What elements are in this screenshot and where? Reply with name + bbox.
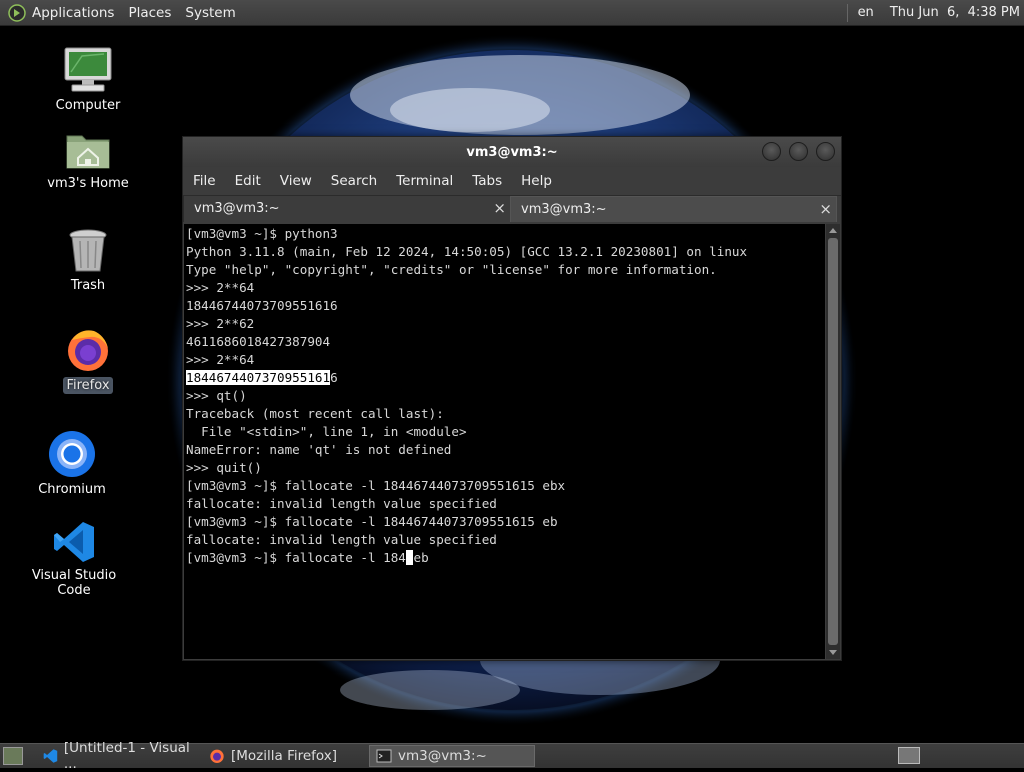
terminal-line: [vm3@vm3 ~]$ python3 — [186, 226, 338, 241]
desktop-icon-label: Computer — [55, 98, 121, 113]
clock[interactable]: Thu Jun 6, 4:38 PM — [890, 5, 1020, 20]
desktop-icon-chromium[interactable]: Chromium — [12, 430, 132, 498]
firefox-icon — [68, 330, 108, 371]
taskbar-item-label: [Mozilla Firefox] — [231, 748, 338, 764]
top-panel: Applications Places System en Thu Jun 6,… — [0, 0, 1024, 26]
taskbar-item-label: [Untitled-1 - Visual ... — [63, 740, 190, 772]
terminal-line: 4611686018427387904 — [186, 334, 331, 349]
command-prompt[interactable]: [vm3@vm3 ~]$ fallocate -l 184 — [186, 550, 406, 565]
terminal-line: >>> 2**62 — [186, 316, 255, 331]
terminal-line-rest: 6 — [330, 370, 338, 385]
tab-label: vm3@vm3:~ — [521, 202, 607, 217]
window-titlebar[interactable]: vm3@vm3:~ — [183, 137, 841, 167]
desktop-icon-vscode[interactable]: Visual Studio Code — [14, 520, 134, 599]
system-menu[interactable]: System — [185, 5, 235, 21]
tab-1[interactable]: vm3@vm3:~ × — [183, 196, 510, 222]
taskbar-item-label: vm3@vm3:~ — [398, 748, 487, 764]
desktop-icon-label: Visual Studio Code — [31, 568, 117, 598]
terminal-line: [vm3@vm3 ~]$ fallocate -l 18446744073709… — [186, 478, 566, 493]
trash-icon — [69, 229, 107, 272]
terminal-line: fallocate: invalid length value specifie… — [186, 532, 497, 547]
window-title: vm3@vm3:~ — [466, 145, 558, 160]
terminal-line: fallocate: invalid length value specifie… — [186, 496, 497, 511]
terminal-line: NameError: name 'qt' is not defined — [186, 442, 452, 457]
tab-label: vm3@vm3:~ — [194, 201, 280, 216]
desktop-icon-label: Chromium — [38, 482, 106, 497]
panel-separator — [846, 3, 848, 22]
vscode-icon — [54, 522, 94, 562]
distro-logo-icon[interactable] — [8, 3, 26, 22]
chromium-icon — [49, 431, 95, 477]
tab-close-icon[interactable]: × — [493, 199, 506, 217]
home-folder-icon — [66, 135, 110, 169]
scroll-up-icon[interactable] — [829, 228, 837, 233]
taskbar-item-terminal[interactable]: vm3@vm3:~ — [369, 745, 535, 767]
show-desktop-icon[interactable] — [3, 747, 23, 765]
vscode-icon — [43, 749, 58, 763]
bottom-panel: [Untitled-1 - Visual ... [Mozilla Firefo… — [0, 740, 1024, 772]
window-menubar: File Edit View Search Terminal Tabs Help — [183, 167, 841, 195]
terminal-line: 18446744073709551616 — [186, 298, 338, 313]
command-prompt-rest[interactable]: eb — [413, 550, 428, 565]
tab-2[interactable]: vm3@vm3:~ × — [510, 196, 837, 222]
terminal-scrollbar[interactable] — [826, 224, 840, 659]
firefox-icon — [210, 749, 224, 763]
minimize-button[interactable] — [762, 142, 781, 161]
workspace-switcher[interactable] — [898, 747, 920, 764]
terminal-line: >>> quit() — [186, 460, 262, 475]
desktop-icon-label: Trash — [70, 278, 106, 293]
desktop-icon-trash[interactable]: Trash — [28, 228, 148, 294]
terminal-icon — [376, 749, 392, 763]
terminal-line: Python 3.11.8 (main, Feb 12 2024, 14:50:… — [186, 244, 748, 259]
places-menu[interactable]: Places — [128, 5, 171, 21]
terminal-line: Traceback (most recent call last): — [186, 406, 444, 421]
terminal-line: File "<stdin>", line 1, in <module> — [186, 424, 467, 439]
computer-icon — [64, 47, 112, 92]
scrollbar-thumb[interactable] — [828, 238, 838, 645]
terminal-line: >>> 2**64 — [186, 352, 255, 367]
applications-menu[interactable]: Applications — [32, 5, 114, 21]
selected-text[interactable]: 1844674407370955161 — [186, 370, 331, 385]
menu-terminal[interactable]: Terminal — [396, 173, 453, 189]
taskbar-item-firefox[interactable]: [Mozilla Firefox] — [203, 745, 369, 767]
close-button[interactable] — [816, 142, 835, 161]
desktop-icon-home[interactable]: vm3's Home — [28, 128, 148, 192]
terminal-line: >>> 2**64 — [186, 280, 255, 295]
terminal-window: vm3@vm3:~ File Edit View Search Terminal… — [182, 136, 842, 661]
maximize-button[interactable] — [789, 142, 808, 161]
menu-help[interactable]: Help — [521, 173, 552, 189]
desktop-icon-computer[interactable]: Computer — [28, 46, 148, 114]
desktop-icon-firefox[interactable]: Firefox — [28, 326, 148, 394]
terminal-line: >>> qt() — [186, 388, 247, 403]
scroll-down-icon[interactable] — [829, 650, 837, 655]
tab-bar: vm3@vm3:~ × vm3@vm3:~ × — [183, 195, 841, 222]
terminal-line: [vm3@vm3 ~]$ fallocate -l 18446744073709… — [186, 514, 558, 529]
menu-edit[interactable]: Edit — [235, 173, 261, 189]
desktop-icon-label: vm3's Home — [47, 176, 129, 191]
menu-file[interactable]: File — [193, 173, 216, 189]
desktop-icon-label: Firefox — [63, 377, 113, 394]
menu-view[interactable]: View — [280, 173, 312, 189]
tab-close-icon[interactable]: × — [819, 200, 832, 218]
terminal-line: Type "help", "copyright", "credits" or "… — [186, 262, 717, 277]
terminal-output[interactable]: [vm3@vm3 ~]$ python3 Python 3.11.8 (main… — [184, 224, 825, 659]
taskbar-item-vscode[interactable]: [Untitled-1 - Visual ... — [37, 740, 203, 772]
menu-search[interactable]: Search — [331, 173, 377, 189]
menu-tabs[interactable]: Tabs — [472, 173, 502, 189]
keyboard-layout-indicator[interactable]: en — [858, 5, 874, 20]
